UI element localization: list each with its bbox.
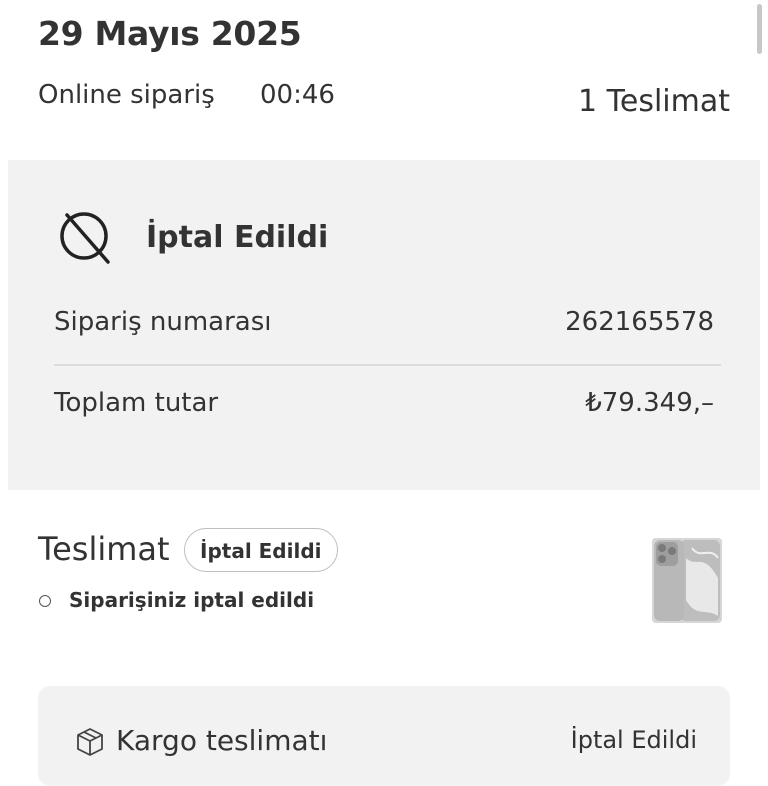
product-thumbnail[interactable]: [652, 538, 722, 623]
circle-icon: [39, 595, 51, 607]
cargo-status: İptal Edildi: [570, 726, 697, 754]
cargo-card[interactable]: Kargo teslimatı İptal Edildi: [38, 686, 730, 786]
delivery-count: 1 Teslimat: [578, 84, 730, 119]
order-header: 29 Mayıs 2025 Online sipariş 00:46 1 Tes…: [38, 0, 730, 140]
cargo-label: Kargo teslimatı: [116, 724, 328, 757]
delivery-status-text: Siparişiniz iptal edildi: [69, 588, 315, 612]
order-status-card: İptal Edildi Sipariş numarası 262165578 …: [8, 160, 760, 490]
phone-product-image: [652, 538, 722, 623]
order-number-row: Sipariş numarası 262165578: [54, 307, 714, 347]
status-badge: İptal Edildi: [184, 528, 338, 572]
order-time: 00:46: [260, 80, 335, 110]
order-type: Online sipariş: [38, 80, 215, 110]
total-row: Toplam tutar ₺79.349,–: [54, 388, 714, 428]
total-label: Toplam tutar: [54, 388, 219, 418]
divider: [54, 364, 721, 366]
order-number-value: 262165578: [565, 307, 714, 337]
delivery-section[interactable]: Teslimat İptal Edildi Siparişiniz iptal …: [38, 528, 730, 638]
scrollbar[interactable]: [757, 4, 762, 54]
order-date: 29 Mayıs 2025: [38, 14, 302, 53]
box-icon: [77, 728, 103, 756]
order-number-label: Sipariş numarası: [54, 307, 272, 337]
status-title: İptal Edildi: [146, 220, 329, 255]
cancelled-icon: [60, 212, 110, 264]
total-value: ₺79.349,–: [585, 388, 714, 418]
delivery-title: Teslimat: [38, 530, 170, 568]
